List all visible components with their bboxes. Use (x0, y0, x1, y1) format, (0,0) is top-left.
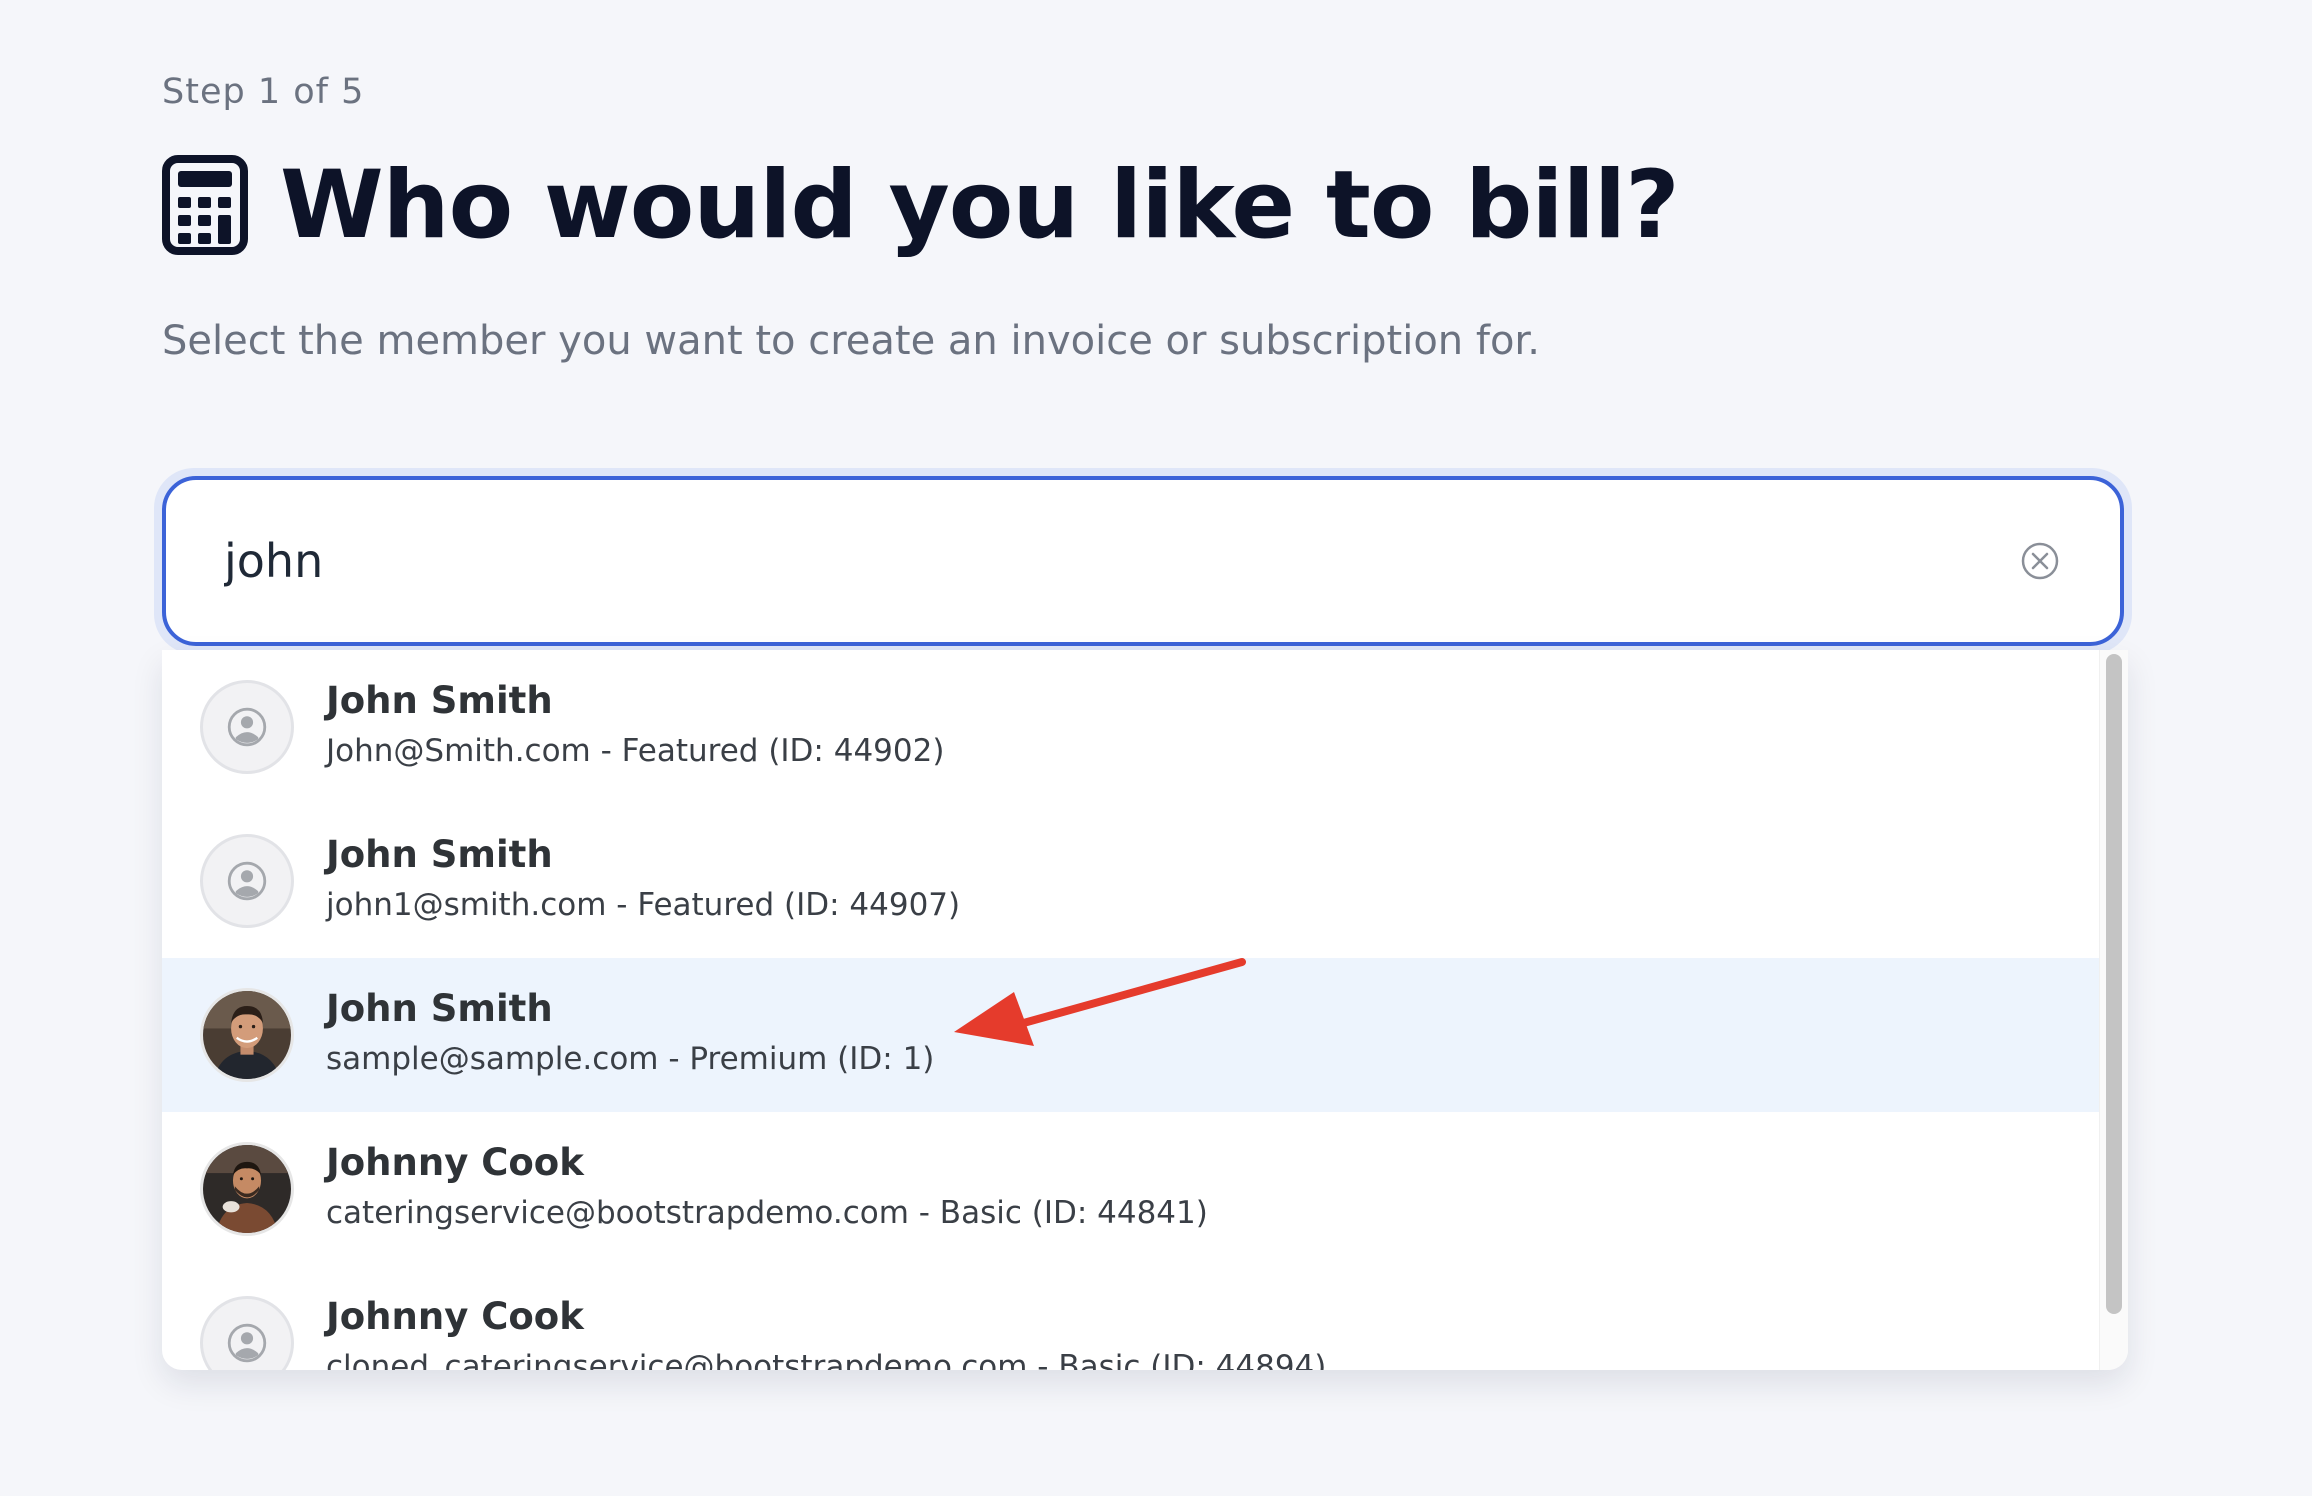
page-header: Who would you like to bill? (162, 150, 1680, 260)
member-name: John Smith (326, 679, 553, 722)
scrollbar-thumb[interactable] (2106, 654, 2122, 1314)
step-indicator: Step 1 of 5 (162, 72, 365, 112)
clear-circle-x-icon[interactable] (2020, 541, 2060, 581)
search-results-dropdown: John Smith John@Smith.com - Featured (ID… (162, 650, 2128, 1370)
default-user-icon (200, 834, 294, 928)
member-detail: John@Smith.com - Featured (ID: 44902) (326, 733, 945, 769)
member-name: Johnny Cook (326, 1141, 584, 1184)
member-detail: sample@sample.com - Premium (ID: 1) (326, 1041, 935, 1077)
member-detail: cateringservice@bootstrapdemo.com - Basi… (326, 1195, 1208, 1231)
results-list: John Smith John@Smith.com - Featured (ID… (162, 650, 2100, 1370)
search-input[interactable] (166, 533, 2020, 589)
page-subtitle: Select the member you want to create an … (162, 318, 1540, 364)
member-photo-avatar (200, 1142, 294, 1236)
result-item[interactable]: Johnny Cook cloned_cateringservice@boots… (162, 1266, 2100, 1370)
member-name: John Smith (326, 833, 553, 876)
member-name: John Smith (326, 987, 553, 1030)
result-item-selected[interactable]: John Smith sample@sample.com - Premium (… (162, 958, 2100, 1112)
result-item[interactable]: Johnny Cook cateringservice@bootstrapdem… (162, 1112, 2100, 1266)
member-name: Johnny Cook (326, 1295, 584, 1338)
calculator-icon (162, 155, 248, 255)
page-title: Who would you like to bill? (280, 150, 1680, 260)
result-item[interactable]: John Smith John@Smith.com - Featured (ID… (162, 650, 2100, 804)
member-detail: cloned_cateringservice@bootstrapdemo.com… (326, 1349, 1327, 1370)
member-photo-avatar (200, 988, 294, 1082)
default-user-icon (200, 1296, 294, 1370)
default-user-icon (200, 680, 294, 774)
result-item[interactable]: John Smith john1@smith.com - Featured (I… (162, 804, 2100, 958)
member-detail: john1@smith.com - Featured (ID: 44907) (326, 887, 961, 923)
member-search-field[interactable] (162, 476, 2124, 646)
results-scrollbar[interactable] (2099, 650, 2128, 1370)
